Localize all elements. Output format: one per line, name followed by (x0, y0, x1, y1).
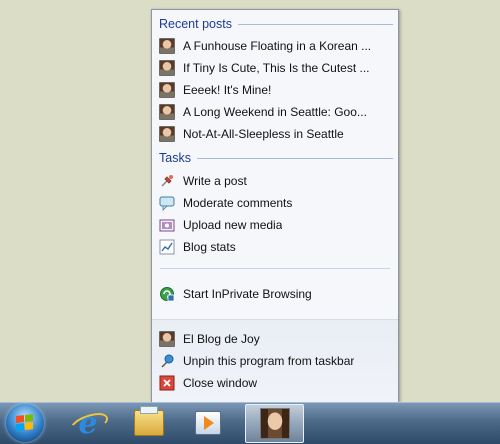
unpin-program-item[interactable]: Unpin this program from taskbar (159, 350, 390, 372)
avatar-icon (159, 126, 175, 142)
recent-posts-header: Recent posts (159, 16, 393, 32)
task-write-post[interactable]: Write a post (159, 170, 390, 192)
taskbar: e (0, 402, 500, 444)
pushpin-pen-icon (159, 173, 175, 189)
unpin-icon (159, 353, 175, 369)
jump-list-main: Recent posts A Funhouse Floating in a Ko… (152, 10, 398, 319)
windows-logo-icon (16, 414, 34, 432)
blog-site-pinned-button[interactable] (245, 404, 304, 443)
start-button[interactable] (6, 404, 44, 442)
close-window-icon (159, 375, 175, 391)
recent-post-item[interactable]: If Tiny Is Cute, This Is the Cutest ... (159, 57, 390, 79)
avatar-icon (159, 104, 175, 120)
inprivate-icon (159, 286, 175, 302)
media-upload-icon (159, 217, 175, 233)
comment-bubble-icon (159, 195, 175, 211)
task-moderate-comments[interactable]: Moderate comments (159, 192, 390, 214)
start-inprivate-browsing[interactable]: Start InPrivate Browsing (159, 283, 390, 305)
windows-explorer-icon[interactable] (134, 406, 164, 436)
separator (160, 268, 390, 269)
jump-list: Recent posts A Funhouse Floating in a Ko… (151, 9, 399, 402)
avatar-icon (159, 38, 175, 54)
jump-list-footer: El Blog de Joy Unpin this program from t… (152, 319, 398, 402)
avatar-icon (159, 60, 175, 76)
avatar-icon (159, 331, 175, 347)
close-window-item[interactable]: Close window (159, 372, 390, 394)
recent-post-item[interactable]: A Long Weekend in Seattle: Goo... (159, 101, 390, 123)
blog-site-pinned-icon (260, 408, 290, 439)
media-player-icon[interactable] (195, 411, 221, 435)
chart-icon (159, 239, 175, 255)
pinned-site-item[interactable]: El Blog de Joy (159, 328, 390, 350)
recent-post-item[interactable]: Eeeek! It's Mine! (159, 79, 390, 101)
tasks-header: Tasks (159, 150, 393, 166)
task-upload-media[interactable]: Upload new media (159, 214, 390, 236)
internet-explorer-icon[interactable]: e (73, 409, 103, 439)
task-blog-stats[interactable]: Blog stats (159, 236, 390, 258)
recent-post-item[interactable]: Not-At-All-Sleepless in Seattle (159, 123, 390, 145)
avatar-icon (159, 82, 175, 98)
recent-post-item[interactable]: A Funhouse Floating in a Korean ... (159, 35, 390, 57)
